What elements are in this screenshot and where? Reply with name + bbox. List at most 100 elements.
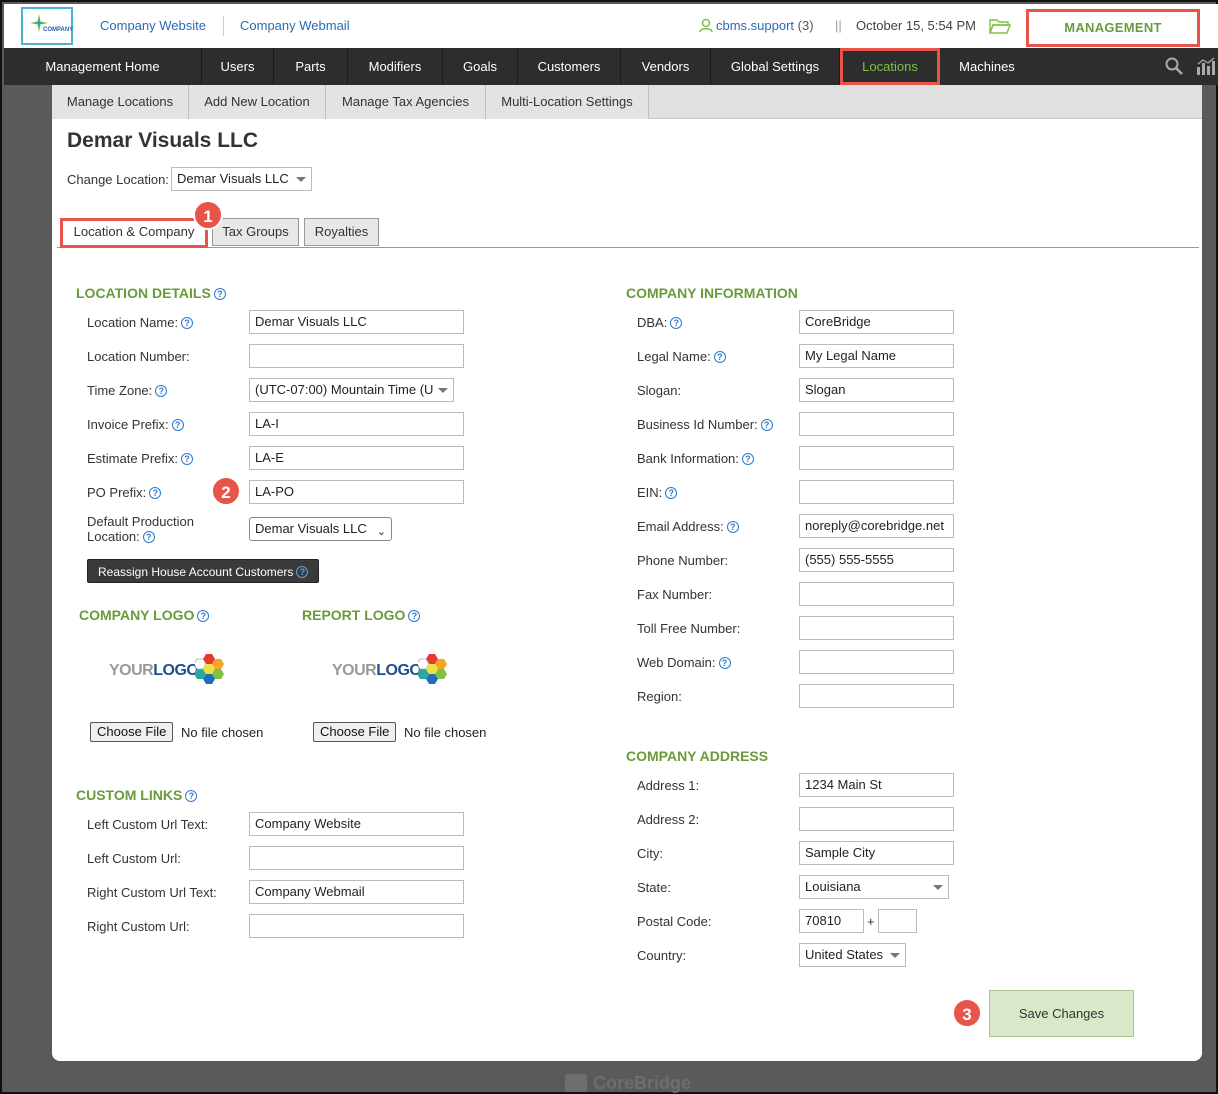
nav-modifiers[interactable]: Modifiers xyxy=(348,48,443,85)
legal-name-input[interactable]: My Legal Name xyxy=(799,344,954,368)
help-icon[interactable]: ? xyxy=(670,317,683,329)
email-address-label: Email Address:? xyxy=(637,519,739,534)
estimate-prefix-label: Estimate Prefix:? xyxy=(87,451,194,466)
nav-parts[interactable]: Parts xyxy=(274,48,348,85)
nav-vendors[interactable]: Vendors xyxy=(621,48,711,85)
nav-users[interactable]: Users xyxy=(202,48,274,85)
subnav-add-new-location[interactable]: Add New Location xyxy=(189,85,326,119)
help-icon[interactable]: ? xyxy=(149,487,162,499)
reassign-house-account-button[interactable]: Reassign House Account Customers? xyxy=(87,559,319,583)
subnav-manage-locations[interactable]: Manage Locations xyxy=(52,85,189,119)
nav-goals[interactable]: Goals xyxy=(443,48,518,85)
search-icon[interactable] xyxy=(1165,57,1183,75)
ein-input[interactable] xyxy=(799,480,954,504)
sub-nav: Manage Locations Add New Location Manage… xyxy=(52,85,1202,119)
user-menu[interactable]: cbms.support (3) xyxy=(699,18,814,33)
change-location-select[interactable]: Demar Visuals LLC xyxy=(171,167,312,191)
help-icon[interactable]: ? xyxy=(213,288,226,300)
fax-number-input[interactable] xyxy=(799,582,954,606)
address-1-label: Address 1: xyxy=(637,778,700,793)
address-2-input[interactable] xyxy=(799,807,954,831)
po-prefix-input[interactable]: LA-PO xyxy=(249,480,464,504)
help-icon[interactable]: ? xyxy=(713,351,726,363)
state-label: State: xyxy=(637,880,671,895)
report-logo-heading: REPORT LOGO? xyxy=(302,607,421,623)
help-icon[interactable]: ? xyxy=(760,419,773,431)
help-icon[interactable]: ? xyxy=(296,566,309,578)
label-text: Email Address: xyxy=(637,519,724,534)
help-icon[interactable]: ? xyxy=(408,610,421,622)
report-logo-choose-file-button[interactable]: Choose File xyxy=(313,722,397,742)
region-input[interactable] xyxy=(799,684,954,708)
slogan-input[interactable]: Slogan xyxy=(799,378,954,402)
nav-customers[interactable]: Customers xyxy=(518,48,621,85)
default-production-location-select[interactable]: Demar Visuals LLC ⌄ xyxy=(249,517,392,541)
left-custom-url-text-input[interactable]: Company Website xyxy=(249,812,464,836)
estimate-prefix-input[interactable]: LA-E xyxy=(249,446,464,470)
heading-text: REPORT LOGO xyxy=(302,607,406,623)
help-icon[interactable]: ? xyxy=(741,453,754,465)
corebridge-logo-icon xyxy=(565,1074,587,1092)
bank-information-input[interactable] xyxy=(799,446,954,470)
email-address-input[interactable]: noreply@corebridge.net xyxy=(799,514,954,538)
toll-free-number-input[interactable] xyxy=(799,616,954,640)
help-icon[interactable]: ? xyxy=(155,385,168,397)
phone-number-input[interactable]: (555) 555-5555 xyxy=(799,548,954,572)
help-icon[interactable]: ? xyxy=(171,419,184,431)
company-webmail-link[interactable]: Company Webmail xyxy=(240,18,350,33)
company-logo-choose-file-button[interactable]: Choose File xyxy=(90,722,174,742)
subnav-manage-tax-agencies[interactable]: Manage Tax Agencies xyxy=(326,85,486,119)
dba-input[interactable]: CoreBridge xyxy=(799,310,954,334)
logo-placeholder-text: YOURLOGO xyxy=(109,662,199,680)
subnav-multi-location-settings[interactable]: Multi-Location Settings xyxy=(486,85,649,119)
help-icon[interactable]: ? xyxy=(181,453,194,465)
postal-code-input[interactable]: 70810 xyxy=(799,909,864,933)
reports-chart-icon[interactable] xyxy=(1196,57,1216,75)
nav-global-settings[interactable]: Global Settings xyxy=(711,48,840,85)
nav-machines[interactable]: Machines xyxy=(940,48,1034,85)
toll-free-number-label: Toll Free Number: xyxy=(637,621,741,636)
state-select[interactable]: Louisiana xyxy=(799,875,949,899)
help-icon[interactable]: ? xyxy=(665,487,678,499)
location-name-input[interactable]: Demar Visuals LLC xyxy=(249,310,464,334)
time-zone-select[interactable]: (UTC-07:00) Mountain Time (U xyxy=(249,378,454,402)
right-custom-url-input[interactable] xyxy=(249,914,464,938)
left-custom-url-label: Left Custom Url: xyxy=(87,851,181,866)
tab-royalties[interactable]: Royalties xyxy=(304,218,379,246)
help-icon[interactable]: ? xyxy=(726,521,739,533)
invoice-prefix-input[interactable]: LA-I xyxy=(249,412,464,436)
label-text: Estimate Prefix: xyxy=(87,451,179,466)
nav-management-home[interactable]: Management Home xyxy=(4,48,202,85)
location-number-label: Location Number: xyxy=(87,349,190,364)
help-icon[interactable]: ? xyxy=(181,317,194,329)
postal-code-extension-input[interactable] xyxy=(878,909,917,933)
left-custom-url-input[interactable] xyxy=(249,846,464,870)
user-icon xyxy=(699,18,713,33)
help-icon[interactable]: ? xyxy=(197,610,210,622)
country-select[interactable]: United States xyxy=(799,943,906,967)
save-changes-button[interactable]: Save Changes xyxy=(989,990,1134,1037)
right-custom-url-text-input[interactable]: Company Webmail xyxy=(249,880,464,904)
help-icon[interactable]: ? xyxy=(718,657,731,669)
logo-logo: LOGO xyxy=(376,662,422,679)
address-1-input[interactable]: 1234 Main St xyxy=(799,773,954,797)
company-website-link[interactable]: Company Website xyxy=(100,18,206,33)
nav-locations[interactable]: Locations xyxy=(840,48,940,85)
tab-tax-groups[interactable]: Tax Groups xyxy=(212,218,299,246)
help-icon[interactable]: ? xyxy=(185,790,198,802)
app-frame: COMPANY Company Website Company Webmail … xyxy=(0,0,1218,1094)
business-id-input[interactable] xyxy=(799,412,954,436)
footer-brand-text: CoreBridge xyxy=(593,1073,692,1093)
default-production-location-label: Default Production Location:? xyxy=(87,514,194,544)
top-bar: COMPANY Company Website Company Webmail … xyxy=(4,4,1218,48)
country-value: United States xyxy=(805,947,884,962)
city-input[interactable]: Sample City xyxy=(799,841,954,865)
company-logo[interactable]: COMPANY xyxy=(21,7,73,45)
folder-icon[interactable] xyxy=(989,17,1011,35)
user-count: (3) xyxy=(797,18,814,33)
tab-location-company[interactable]: Location & Company xyxy=(60,218,208,248)
location-number-input[interactable] xyxy=(249,344,464,368)
help-icon[interactable]: ? xyxy=(142,531,155,543)
web-domain-input[interactable] xyxy=(799,650,954,674)
management-button[interactable]: MANAGEMENT xyxy=(1026,9,1200,47)
